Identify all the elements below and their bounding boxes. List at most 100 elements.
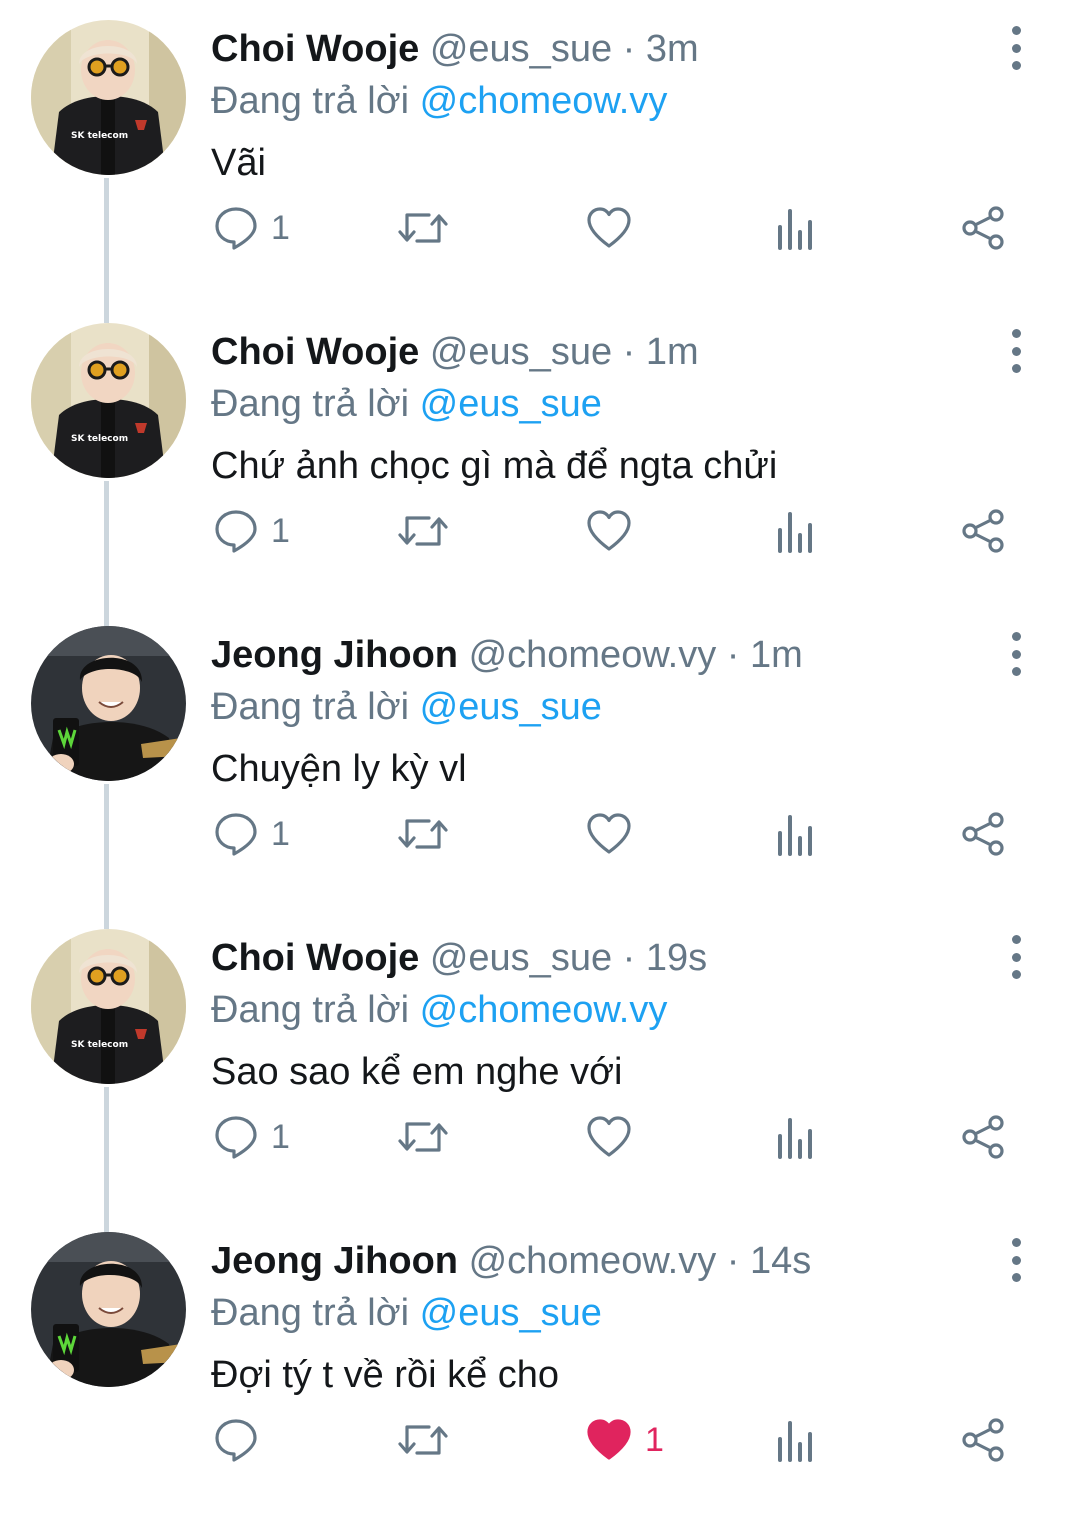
reply-icon: [215, 510, 257, 553]
retweet-icon: [398, 213, 448, 243]
username[interactable]: @eus_sue: [430, 937, 612, 979]
replying-to-mention[interactable]: @eus_sue: [420, 1292, 602, 1334]
heart-icon: [587, 510, 631, 551]
replying-to-label: Đang trả lời: [211, 686, 410, 728]
avatar[interactable]: SK telecom: [31, 323, 186, 478]
more-options-icon[interactable]: [996, 20, 1036, 76]
tweet-header: Choi Wooje @eus_sue · 3m: [211, 24, 699, 74]
retweet-icon: [398, 819, 448, 849]
avatar[interactable]: [31, 626, 186, 781]
avatar[interactable]: SK telecom: [31, 929, 186, 1084]
replying-to-label: Đang trả lời: [211, 1292, 410, 1334]
heart-icon: [587, 1419, 631, 1460]
tweet-3[interactable]: Jeong Jihoon @chomeow.vy · 1m Đang trả l…: [0, 606, 1079, 929]
tweet-text: Chuyện ly kỳ vl: [211, 748, 467, 790]
reply-button[interactable]: [213, 1412, 271, 1468]
timestamp: · 1m: [726, 634, 803, 676]
avatar[interactable]: [31, 1232, 186, 1387]
retweet-button[interactable]: [397, 503, 449, 559]
tweet-actions: 1: [0, 806, 1079, 862]
avatar-logo-text: SK telecom: [71, 434, 128, 444]
analytics-icon: [778, 209, 812, 250]
username[interactable]: @eus_sue: [430, 331, 612, 373]
analytics-button[interactable]: [776, 503, 816, 559]
tweet-1[interactable]: SK telecom Choi Wooje @eus_sue · 3m Đang…: [0, 0, 1079, 323]
share-button[interactable]: [960, 1412, 1006, 1468]
tweet-2[interactable]: SK telecom Choi Wooje @eus_sue · 1m Đang…: [0, 303, 1079, 626]
retweet-button[interactable]: [397, 1109, 449, 1165]
share-button[interactable]: [960, 1109, 1006, 1165]
retweet-button[interactable]: [397, 200, 449, 256]
retweet-button[interactable]: [397, 1412, 449, 1468]
analytics-button[interactable]: [776, 1412, 816, 1468]
reply-button[interactable]: 1: [213, 1109, 290, 1165]
more-options-icon[interactable]: [996, 323, 1036, 379]
thread-connector-line: [104, 481, 109, 626]
reply-count: 1: [271, 209, 290, 247]
username[interactable]: @eus_sue: [430, 28, 612, 70]
thread-connector-line: [104, 784, 109, 929]
avatar[interactable]: SK telecom: [31, 20, 186, 175]
reply-icon: [215, 813, 257, 856]
analytics-icon: [778, 1421, 812, 1462]
analytics-icon: [778, 512, 812, 553]
display-name[interactable]: Choi Wooje: [211, 28, 419, 70]
timestamp: · 14s: [726, 1240, 812, 1282]
analytics-button[interactable]: [776, 1109, 816, 1165]
share-icon: [962, 1115, 1004, 1159]
username[interactable]: @chomeow.vy: [469, 634, 717, 676]
heart-icon: [587, 1116, 631, 1157]
analytics-icon: [778, 1118, 812, 1159]
more-options-icon[interactable]: [996, 929, 1036, 985]
share-button[interactable]: [960, 806, 1006, 862]
retweet-button[interactable]: [397, 806, 449, 862]
thread-connector-line: [104, 178, 109, 323]
heart-icon: [587, 207, 631, 248]
like-button[interactable]: [585, 806, 645, 862]
avatar-logo-text: SK telecom: [71, 1040, 128, 1050]
more-options-icon[interactable]: [996, 626, 1036, 682]
avatar-photo: [31, 1232, 186, 1387]
replying-to-mention[interactable]: @chomeow.vy: [420, 80, 668, 122]
replying-to-mention[interactable]: @eus_sue: [420, 383, 602, 425]
replying-to-label: Đang trả lời: [211, 80, 410, 122]
reply-icon: [215, 207, 257, 250]
display-name[interactable]: Jeong Jihoon: [211, 634, 458, 676]
like-button[interactable]: 1: [585, 1412, 664, 1468]
reply-button[interactable]: 1: [213, 503, 290, 559]
tweet-actions: 1: [0, 1109, 1079, 1165]
replying-to: Đang trả lời @chomeow.vy: [211, 76, 667, 126]
display-name[interactable]: Choi Wooje: [211, 331, 419, 373]
display-name[interactable]: Jeong Jihoon: [211, 1240, 458, 1282]
tweet-header: Jeong Jihoon @chomeow.vy · 14s: [211, 1236, 811, 1286]
replying-to-label: Đang trả lời: [211, 989, 410, 1031]
share-button[interactable]: [960, 503, 1006, 559]
heart-icon: [587, 813, 631, 854]
tweet-4[interactable]: SK telecom Choi Wooje @eus_sue · 19s Đan…: [0, 909, 1079, 1232]
analytics-button[interactable]: [776, 806, 816, 862]
avatar-photo: SK telecom: [31, 20, 186, 175]
display-name[interactable]: Choi Wooje: [211, 937, 419, 979]
reply-button[interactable]: 1: [213, 200, 290, 256]
reply-button[interactable]: 1: [213, 806, 290, 862]
username[interactable]: @chomeow.vy: [469, 1240, 717, 1282]
replying-to-label: Đang trả lời: [211, 383, 410, 425]
share-button[interactable]: [960, 200, 1006, 256]
tweet-5[interactable]: Jeong Jihoon @chomeow.vy · 14s Đang trả …: [0, 1212, 1079, 1515]
more-options-icon[interactable]: [996, 1232, 1036, 1288]
like-button[interactable]: [585, 1109, 645, 1165]
tweet-text: Chứ ảnh chọc gì mà để ngta chửi: [211, 445, 778, 487]
share-icon: [962, 1418, 1004, 1462]
analytics-button[interactable]: [776, 200, 816, 256]
like-button[interactable]: [585, 503, 645, 559]
tweet-actions: 1: [0, 503, 1079, 559]
replying-to-mention[interactable]: @chomeow.vy: [420, 989, 668, 1031]
tweet-text: Vãi: [211, 142, 266, 184]
retweet-icon: [398, 1122, 448, 1152]
like-button[interactable]: [585, 200, 645, 256]
tweet-text: Đợi tý t về rồi kể cho: [211, 1354, 560, 1396]
replying-to-mention[interactable]: @eus_sue: [420, 686, 602, 728]
tweet-actions: 1: [0, 1412, 1079, 1468]
like-count: 1: [645, 1421, 664, 1459]
avatar-photo: SK telecom: [31, 323, 186, 478]
